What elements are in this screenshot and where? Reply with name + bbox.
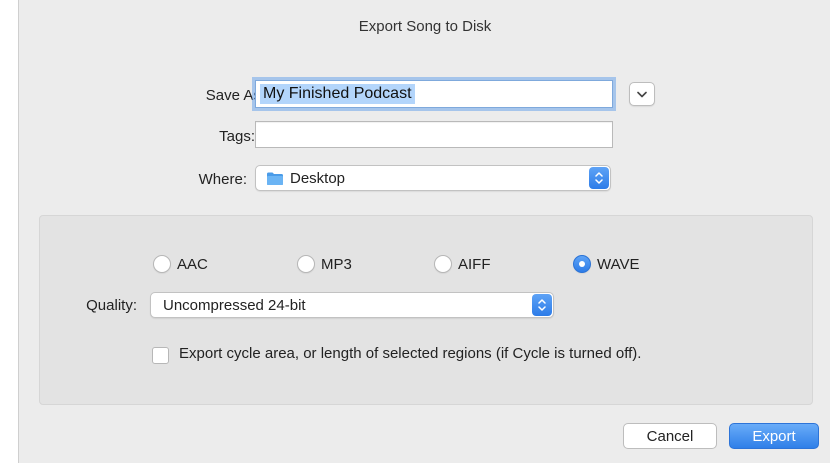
up-down-arrows-icon [538,299,546,311]
up-down-arrows-icon [595,172,603,184]
tags-field[interactable] [255,121,613,148]
expand-dialog-button[interactable] [629,82,655,106]
where-value: Desktop [290,170,346,187]
radio-label-aac: AAC [177,255,208,273]
tags-label: Tags: [219,128,255,145]
export-cycle-label: Export cycle area, or length of selected… [179,345,642,362]
quality-popup[interactable]: Uncompressed 24-bit [150,292,554,318]
format-radio-aac[interactable]: AAC [153,255,208,273]
quality-stepper [532,294,552,316]
save-as-field[interactable]: My Finished Podcast [255,80,613,108]
radio-label-mp3: MP3 [321,255,352,273]
radio-label-aiff: AIFF [458,255,491,273]
radio-button[interactable] [153,255,171,273]
save-as-label: Save As: [205,87,265,104]
export-button[interactable]: Export [729,423,819,449]
radio-button-selected[interactable] [573,255,591,273]
quality-value: Uncompressed 24-bit [163,297,306,314]
cancel-button[interactable]: Cancel [623,423,717,449]
quality-label: Quality: [86,297,137,314]
radio-button[interactable] [434,255,452,273]
where-stepper [589,167,609,189]
save-as-value: My Finished Podcast [260,84,415,104]
radio-button[interactable] [297,255,315,273]
format-radio-mp3[interactable]: MP3 [297,255,352,273]
where-label: Where: [198,171,247,188]
chevron-down-icon [637,91,647,97]
export-dialog: Export Song to Disk Save As: My Finished… [18,0,830,463]
export-cycle-checkbox[interactable] [152,347,169,364]
radio-label-wave: WAVE [597,255,640,273]
format-radio-aiff[interactable]: AIFF [434,255,491,273]
where-popup[interactable]: Desktop [255,165,611,191]
dialog-title: Export Song to Disk [358,18,492,35]
folder-icon [267,172,283,185]
format-radio-wave[interactable]: WAVE [573,255,640,273]
